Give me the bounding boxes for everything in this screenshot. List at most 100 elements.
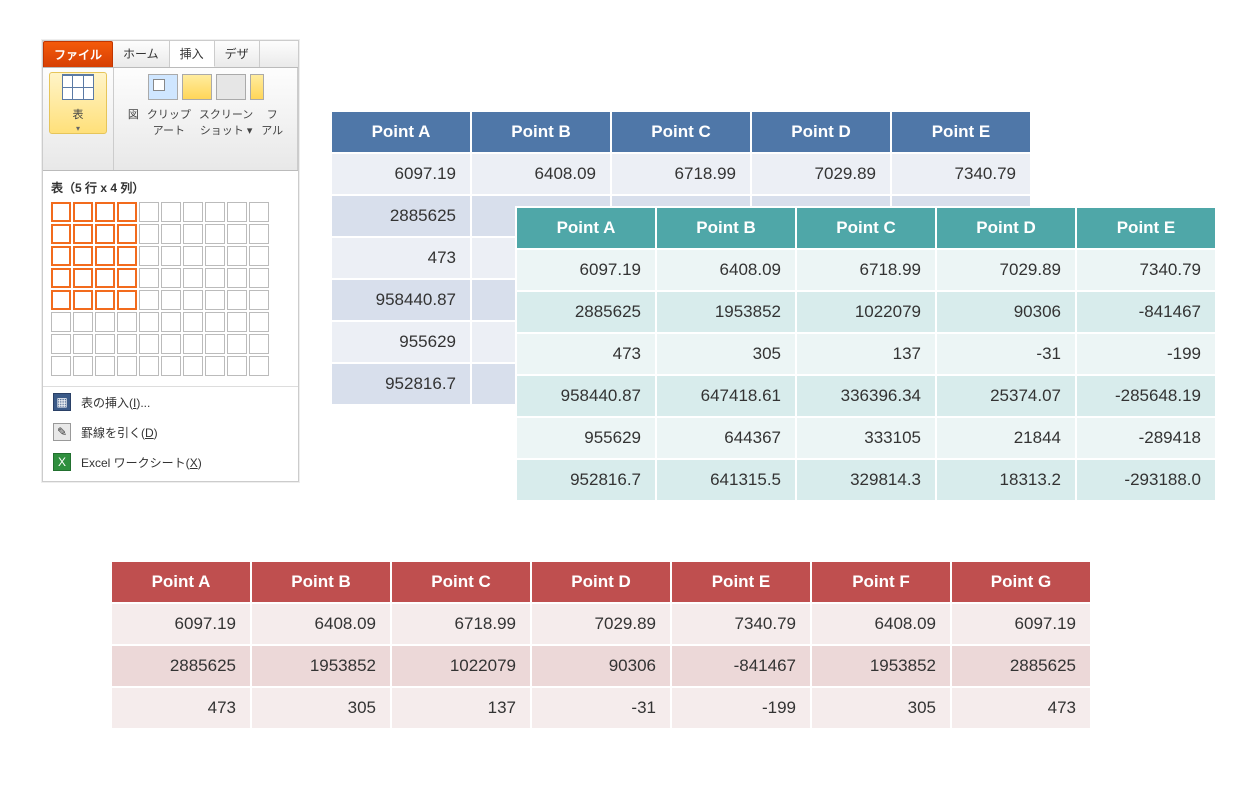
picker-cell[interactable] xyxy=(95,268,115,288)
picker-cell[interactable] xyxy=(161,312,181,332)
insert-picture-button[interactable] xyxy=(148,74,178,100)
picker-cell[interactable] xyxy=(95,246,115,266)
insert-album-button[interactable] xyxy=(250,74,264,100)
picker-cell[interactable] xyxy=(205,224,225,244)
picker-cell[interactable] xyxy=(139,224,159,244)
picker-cell[interactable] xyxy=(249,356,269,376)
picker-cell[interactable] xyxy=(51,202,71,222)
menu-excel-sheet[interactable]: X Excel ワークシート(X) xyxy=(43,447,298,477)
picker-cell[interactable] xyxy=(161,268,181,288)
picker-cell[interactable] xyxy=(117,290,137,310)
picker-cell[interactable] xyxy=(249,246,269,266)
picker-cell[interactable] xyxy=(161,334,181,354)
table-picker-grid[interactable] xyxy=(51,202,290,376)
picker-cell[interactable] xyxy=(139,334,159,354)
picker-cell[interactable] xyxy=(117,334,137,354)
menu-draw-table[interactable]: ✎ 罫線を引く(D) xyxy=(43,417,298,447)
picker-cell[interactable] xyxy=(73,268,93,288)
picker-cell[interactable] xyxy=(227,356,247,376)
picker-cell[interactable] xyxy=(95,334,115,354)
picker-cell[interactable] xyxy=(249,268,269,288)
insert-table-button[interactable]: 表 ▾ xyxy=(49,72,107,134)
picker-cell[interactable] xyxy=(161,290,181,310)
picker-cell[interactable] xyxy=(51,268,71,288)
picker-cell[interactable] xyxy=(227,312,247,332)
picker-cell[interactable] xyxy=(139,246,159,266)
picker-cell[interactable] xyxy=(227,268,247,288)
picker-cell[interactable] xyxy=(51,290,71,310)
picker-cell[interactable] xyxy=(183,290,203,310)
picker-cell[interactable] xyxy=(73,290,93,310)
insert-screenshot-button[interactable] xyxy=(216,74,246,100)
column-header: Point C xyxy=(796,207,936,249)
tab-home[interactable]: ホーム xyxy=(113,41,170,67)
picker-cell[interactable] xyxy=(117,312,137,332)
picker-cell[interactable] xyxy=(249,290,269,310)
picker-cell[interactable] xyxy=(161,356,181,376)
picker-cell[interactable] xyxy=(117,356,137,376)
picker-cell[interactable] xyxy=(249,312,269,332)
picker-cell[interactable] xyxy=(205,290,225,310)
picker-cell[interactable] xyxy=(51,246,71,266)
picker-cell[interactable] xyxy=(205,202,225,222)
picker-cell[interactable] xyxy=(161,202,181,222)
picker-cell[interactable] xyxy=(183,312,203,332)
column-header: Point A xyxy=(516,207,656,249)
picker-cell[interactable] xyxy=(73,356,93,376)
picker-cell[interactable] xyxy=(183,334,203,354)
picker-cell[interactable] xyxy=(161,246,181,266)
column-header: Point D xyxy=(751,111,891,153)
picker-cell[interactable] xyxy=(51,356,71,376)
picker-cell[interactable] xyxy=(95,224,115,244)
picker-cell[interactable] xyxy=(73,224,93,244)
picker-cell[interactable] xyxy=(205,268,225,288)
picker-cell[interactable] xyxy=(161,224,181,244)
picker-cell[interactable] xyxy=(73,202,93,222)
picker-cell[interactable] xyxy=(117,202,137,222)
tab-design[interactable]: デザ xyxy=(215,41,260,67)
excel-icon: X xyxy=(53,453,71,471)
picker-cell[interactable] xyxy=(227,246,247,266)
picker-cell[interactable] xyxy=(249,202,269,222)
tab-insert[interactable]: 挿入 xyxy=(170,41,215,67)
picker-cell[interactable] xyxy=(205,334,225,354)
picker-cell[interactable] xyxy=(95,290,115,310)
picker-cell[interactable] xyxy=(183,356,203,376)
picker-cell[interactable] xyxy=(73,334,93,354)
menu-insert-table[interactable]: ▦ 表の挿入(I)... xyxy=(43,387,298,417)
picker-cell[interactable] xyxy=(205,312,225,332)
picker-cell[interactable] xyxy=(95,202,115,222)
picker-cell[interactable] xyxy=(73,246,93,266)
picker-cell[interactable] xyxy=(117,246,137,266)
picker-cell[interactable] xyxy=(183,246,203,266)
insert-clipart-button[interactable] xyxy=(182,74,212,100)
picker-cell[interactable] xyxy=(139,356,159,376)
picker-cell[interactable] xyxy=(51,312,71,332)
picker-cell[interactable] xyxy=(227,224,247,244)
picker-cell[interactable] xyxy=(249,334,269,354)
picker-cell[interactable] xyxy=(139,290,159,310)
table-cell: 6097.19 xyxy=(111,603,251,645)
picker-cell[interactable] xyxy=(205,246,225,266)
picker-cell[interactable] xyxy=(51,334,71,354)
picker-cell[interactable] xyxy=(249,224,269,244)
picker-cell[interactable] xyxy=(227,290,247,310)
picker-cell[interactable] xyxy=(95,312,115,332)
table-cell: 137 xyxy=(391,687,531,729)
picker-cell[interactable] xyxy=(139,202,159,222)
picker-cell[interactable] xyxy=(227,334,247,354)
picker-cell[interactable] xyxy=(139,312,159,332)
picker-cell[interactable] xyxy=(183,202,203,222)
table-cell: 336396.34 xyxy=(796,375,936,417)
picker-cell[interactable] xyxy=(51,224,71,244)
tab-file[interactable]: ファイル xyxy=(43,41,113,67)
picker-cell[interactable] xyxy=(73,312,93,332)
picker-cell[interactable] xyxy=(183,224,203,244)
picker-cell[interactable] xyxy=(139,268,159,288)
picker-cell[interactable] xyxy=(227,202,247,222)
picker-cell[interactable] xyxy=(183,268,203,288)
picker-cell[interactable] xyxy=(117,268,137,288)
picker-cell[interactable] xyxy=(117,224,137,244)
picker-cell[interactable] xyxy=(95,356,115,376)
picker-cell[interactable] xyxy=(205,356,225,376)
